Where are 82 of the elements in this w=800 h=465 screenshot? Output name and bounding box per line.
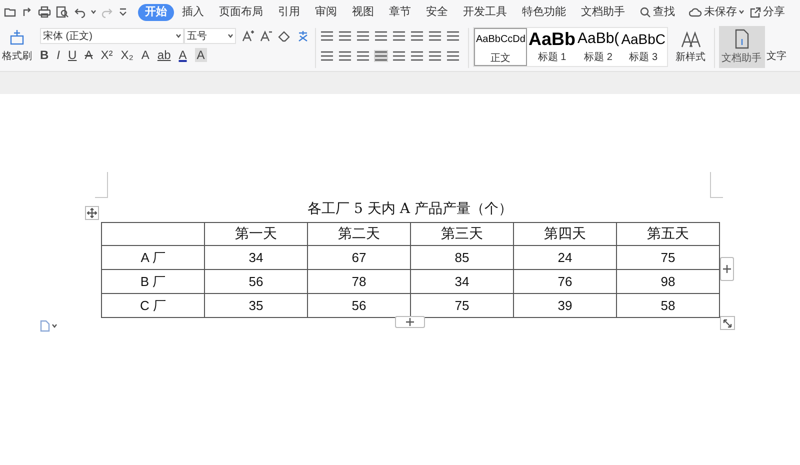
grow-font-icon[interactable]	[242, 30, 254, 42]
table-cell: 34	[204, 246, 308, 270]
resize-handle[interactable]	[720, 316, 735, 330]
table-cell: 85	[410, 246, 514, 270]
plus-icon[interactable]	[723, 265, 731, 273]
menu-tab[interactable]: 章节	[382, 4, 418, 20]
style-option[interactable]: AaBb( 标题 2	[576, 28, 620, 66]
search-button[interactable]: 查找	[640, 4, 675, 20]
caret-icon[interactable]	[739, 10, 744, 14]
column-header: 第四天	[514, 222, 616, 246]
table-cell: 24	[514, 246, 616, 270]
table-cell: 75	[616, 246, 720, 270]
print-icon[interactable]	[38, 6, 51, 18]
format-painter-button[interactable]: 格式刷	[0, 24, 34, 64]
page-corner-mark	[710, 172, 723, 198]
menu-tab[interactable]: 特色功能	[515, 4, 573, 20]
table-cell: 98	[616, 270, 720, 294]
share-button[interactable]: 分享	[750, 4, 785, 20]
column-header: 第五天	[616, 222, 720, 246]
customize-icon[interactable]	[118, 7, 128, 17]
font-format-button[interactable]: B	[40, 48, 49, 62]
resize-icon[interactable]	[723, 318, 732, 328]
menu-tab[interactable]: 文档助手	[574, 4, 632, 20]
style-option[interactable]: AaBbC 标题 3	[620, 28, 667, 66]
new-style-button[interactable]: 新样式	[676, 24, 706, 65]
style-option[interactable]: AaBb 标题 1	[527, 28, 576, 66]
menu-tab[interactable]: 引用	[271, 4, 307, 20]
menu-tab[interactable]: 安全	[419, 4, 455, 20]
font-format-button[interactable]: A	[84, 48, 93, 62]
column-header: 第二天	[308, 222, 410, 246]
menu-tab[interactable]: 审阅	[308, 4, 344, 20]
table-cell: 35	[204, 294, 308, 318]
add-column-button[interactable]	[720, 257, 734, 281]
table-cell: 39	[514, 294, 616, 318]
save-status-button[interactable]: 未保存	[689, 4, 744, 20]
doc-assistant-button[interactable]: 文档助手	[718, 26, 765, 68]
folder-icon[interactable]	[4, 6, 16, 18]
undo-icon[interactable]	[74, 6, 86, 18]
plus-icon[interactable]	[406, 318, 414, 326]
menu-tab[interactable]: 视图	[345, 4, 381, 20]
style-option[interactable]: AaBbCcDd 正文	[474, 28, 528, 66]
table-title: 各工厂 5 天内 A 产品产量（个）	[306, 200, 514, 219]
font-format-button[interactable]: X₂	[120, 48, 134, 62]
caret-icon[interactable]	[52, 324, 57, 328]
menu-tab[interactable]: 页面布局	[212, 4, 270, 20]
font-name-dropdown[interactable]: 宋体 (正文)	[40, 28, 184, 44]
font-format-button[interactable]: I	[56, 48, 60, 62]
font-format-button[interactable]: A	[141, 48, 150, 62]
table-cell: 76	[514, 270, 616, 294]
font-format-button[interactable]: X²	[100, 48, 113, 62]
add-row-button[interactable]	[395, 316, 425, 328]
page-corner-mark	[95, 172, 108, 198]
table-cell: 34	[410, 270, 514, 294]
menu-tab[interactable]: 开发工具	[456, 4, 514, 20]
search-icon[interactable]	[640, 6, 651, 18]
caret-icon[interactable]	[91, 10, 96, 14]
table-cell: 58	[616, 294, 720, 318]
redo-icon[interactable]	[21, 6, 33, 18]
table-cell: 56	[204, 270, 308, 294]
table-cell: A 厂	[102, 246, 204, 270]
column-header: 第一天	[204, 222, 308, 246]
document-icon[interactable]	[734, 29, 750, 49]
justify-icon[interactable]	[374, 50, 388, 62]
cloud-icon[interactable]	[689, 6, 702, 18]
font-format-button[interactable]: U	[68, 48, 77, 62]
font-format-button[interactable]: ab	[157, 48, 171, 62]
table-cell: C 厂	[102, 294, 204, 318]
share-icon[interactable]	[750, 6, 761, 18]
table-cell: 78	[308, 270, 410, 294]
table-cell: B 厂	[102, 270, 204, 294]
shrink-font-icon[interactable]	[260, 30, 272, 42]
font-format-button[interactable]: A	[178, 48, 187, 62]
text-tool-button[interactable]: 文字	[766, 24, 787, 64]
menu-tab[interactable]: 插入	[175, 4, 211, 20]
paragraph-menu-button[interactable]	[40, 320, 57, 332]
caret-icon[interactable]	[176, 34, 181, 38]
print-preview-icon[interactable]	[56, 6, 69, 18]
font-size-dropdown[interactable]: 五号	[184, 28, 236, 44]
caret-icon[interactable]	[228, 34, 233, 38]
table-cell: 67	[308, 246, 410, 270]
font-format-button[interactable]: A	[194, 48, 207, 62]
column-header: 第三天	[410, 222, 514, 246]
